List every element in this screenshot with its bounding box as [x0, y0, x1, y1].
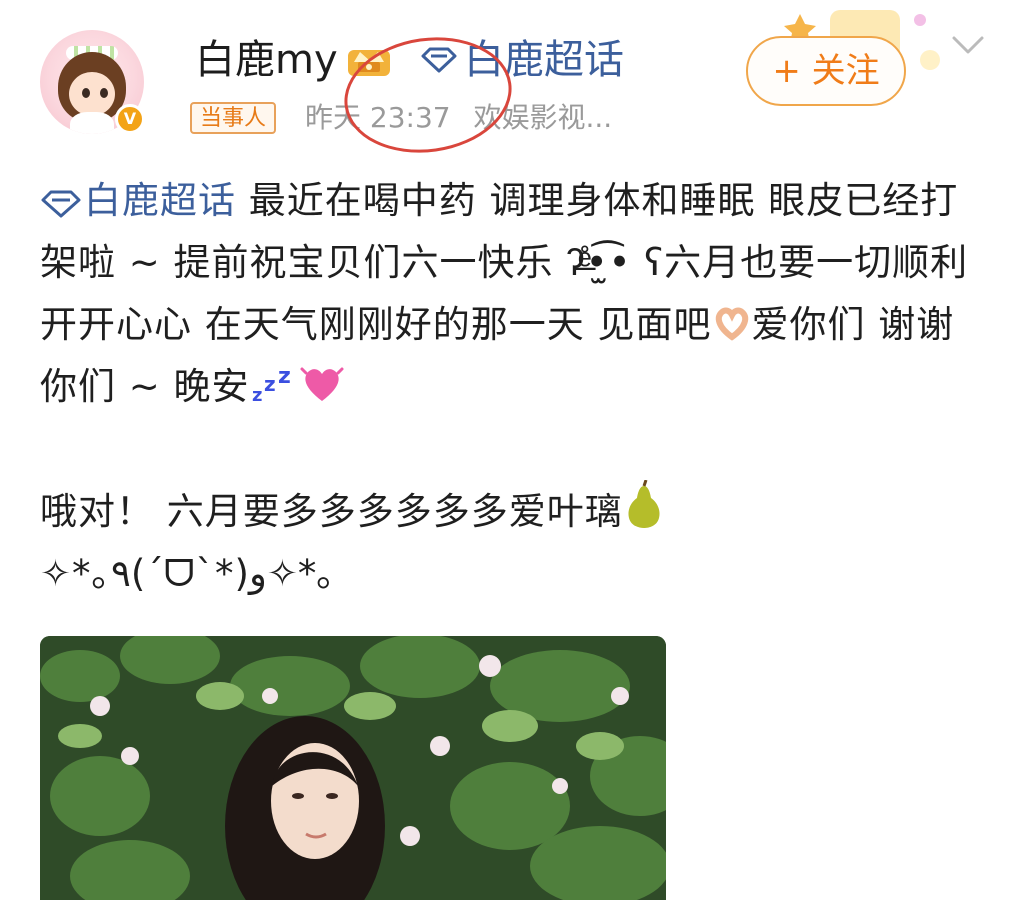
post-topic-label: 白鹿超话	[84, 179, 236, 222]
post-paragraph: 白鹿超话 最近在喝中药 调理身体和睡眠 眼皮已经打架啦 ~ 提前祝宝贝们六一快乐…	[40, 170, 980, 418]
follow-button[interactable]: + 关注	[746, 36, 906, 106]
post-text: ✧*｡٩(ˊᗜˋ*)و✧*｡	[40, 552, 336, 595]
zzz-emoji: zzz	[252, 365, 292, 405]
svg-text:z: z	[264, 372, 277, 396]
diamond-icon	[41, 190, 81, 218]
svg-text:z: z	[252, 385, 263, 405]
avatar-face	[69, 72, 115, 116]
post-paragraph: 哦对！ 六月要多多多多多多爱叶璃	[40, 480, 980, 543]
post-photo[interactable]	[40, 636, 666, 900]
chevron-down-icon[interactable]	[948, 30, 988, 60]
author-name[interactable]: 白鹿my	[195, 36, 338, 84]
pear-emoji	[628, 480, 660, 528]
avatar-eye	[100, 88, 108, 98]
avatar-body	[70, 112, 114, 134]
post-paragraph: ✧*｡٩(ˊᗜˋ*)و✧*｡	[40, 543, 980, 605]
avatar-eye	[82, 88, 90, 98]
photo-image	[40, 636, 666, 900]
role-badge: 当事人	[190, 102, 277, 134]
heart-hands-emoji	[715, 307, 748, 341]
post-topic-link[interactable]: 白鹿超话	[40, 179, 236, 222]
verified-badge: V	[115, 104, 145, 134]
post-text: 哦对！ 六月要多多多多多多爱叶璃	[40, 490, 623, 533]
pink-heart-emoji	[300, 367, 344, 401]
svg-text:z: z	[278, 365, 292, 389]
post-body: 白鹿超话 最近在喝中药 调理身体和睡眠 眼皮已经打架啦 ~ 提前祝宝贝们六一快乐…	[40, 170, 980, 605]
